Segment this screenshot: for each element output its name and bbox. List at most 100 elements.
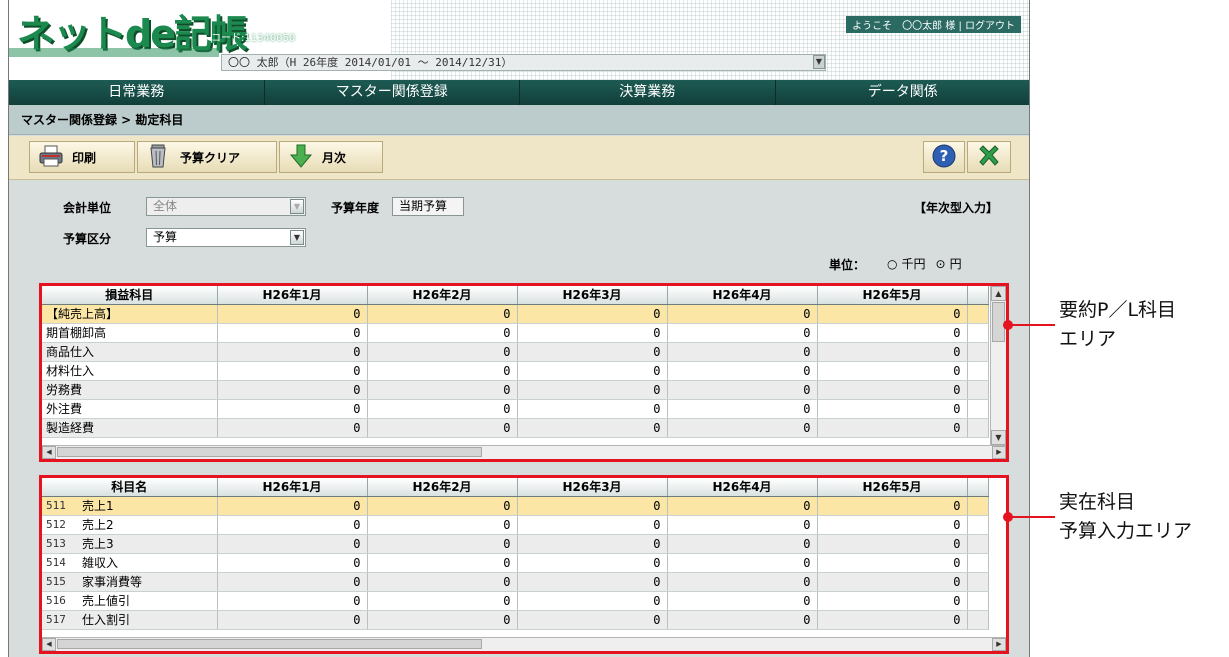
pl-vertical-scrollbar[interactable]: ▲ ▼ <box>990 286 1006 445</box>
nav-tab-daily[interactable]: 日常業務 <box>9 80 265 105</box>
pl-col-header[interactable]: H26年5月 <box>817 286 968 305</box>
account-table-row[interactable]: 514 雑収入 0 0 0 0 0 <box>42 553 989 573</box>
nav-tab-data[interactable]: データ関係 <box>776 80 1030 105</box>
pl-budget-cell[interactable]: 0 <box>217 323 368 343</box>
account-col-header[interactable]: H26年5月 <box>817 478 968 497</box>
pl-budget-cell[interactable]: 0 <box>367 304 518 324</box>
scroll-left-icon[interactable]: ◀ <box>42 638 56 651</box>
account-col-header[interactable]: H26年2月 <box>367 478 518 497</box>
chevron-down-icon[interactable]: ▼ <box>813 55 825 69</box>
account-budget-cell[interactable]: 0 <box>817 572 968 592</box>
account-hscroll-thumb[interactable] <box>57 639 482 649</box>
pl-budget-cell[interactable]: 0 <box>367 418 518 438</box>
account-col-header[interactable]: H26年4月 <box>667 478 818 497</box>
account-budget-cell[interactable]: 0 <box>217 496 368 516</box>
account-table-row[interactable]: 517 仕入割引 0 0 0 0 0 <box>42 610 989 630</box>
pl-col-header[interactable]: H26年3月 <box>517 286 668 305</box>
pl-budget-cell[interactable]: 0 <box>217 304 368 324</box>
account-budget-cell[interactable]: 0 <box>517 610 668 630</box>
account-budget-cell[interactable]: 0 <box>217 591 368 611</box>
account-budget-cell[interactable]: 0 <box>367 591 518 611</box>
radio-yen[interactable]: ⊙ <box>936 257 946 271</box>
account-table-row[interactable]: 511 売上1 0 0 0 0 0 <box>42 496 989 516</box>
account-budget-cell[interactable]: 0 <box>517 553 668 573</box>
pl-budget-cell[interactable]: 0 <box>517 380 668 400</box>
radio-thousand-yen[interactable]: ○ <box>887 257 897 271</box>
pl-hscroll-thumb[interactable] <box>57 447 482 457</box>
account-budget-cell[interactable]: 0 <box>367 572 518 592</box>
pl-budget-cell[interactable]: 0 <box>667 304 818 324</box>
account-budget-cell[interactable]: 0 <box>667 572 818 592</box>
account-budget-cell[interactable]: 0 <box>217 515 368 535</box>
pl-table-row[interactable]: 商品仕入 0 0 0 0 0 <box>42 342 989 362</box>
account-budget-cell[interactable]: 0 <box>817 496 968 516</box>
print-button[interactable]: 印刷 <box>29 141 135 173</box>
account-budget-cell[interactable]: 0 <box>817 534 968 554</box>
pl-budget-cell[interactable]: 0 <box>817 342 968 362</box>
user-period-selector[interactable]: 〇〇 太郎（H 26年度 2014/01/01 ～ 2014/12/31） <box>221 54 826 71</box>
account-budget-cell[interactable]: 0 <box>667 610 818 630</box>
account-budget-cell[interactable]: 0 <box>517 572 668 592</box>
account-budget-cell[interactable]: 0 <box>217 553 368 573</box>
account-table-row[interactable]: 516 売上値引 0 0 0 0 0 <box>42 591 989 611</box>
account-budget-cell[interactable]: 0 <box>367 610 518 630</box>
account-col-header[interactable]: H26年1月 <box>217 478 368 497</box>
account-budget-cell[interactable]: 0 <box>217 572 368 592</box>
account-budget-cell[interactable]: 0 <box>817 591 968 611</box>
pl-budget-cell[interactable]: 0 <box>217 380 368 400</box>
budget-clear-button[interactable]: 予算クリア <box>137 141 277 173</box>
account-budget-cell[interactable]: 0 <box>517 515 668 535</box>
pl-budget-cell[interactable]: 0 <box>517 342 668 362</box>
pl-budget-cell[interactable]: 0 <box>517 323 668 343</box>
pl-col-header[interactable]: H26年4月 <box>667 286 818 305</box>
pl-budget-cell[interactable]: 0 <box>367 342 518 362</box>
pl-budget-cell[interactable]: 0 <box>667 380 818 400</box>
pl-budget-cell[interactable]: 0 <box>517 418 668 438</box>
welcome-text[interactable]: ようこそ 〇〇太郎 様 | ログアウト <box>846 16 1021 33</box>
pl-budget-cell[interactable]: 0 <box>517 304 668 324</box>
pl-budget-cell[interactable]: 0 <box>667 361 818 381</box>
scroll-down-icon[interactable]: ▼ <box>991 430 1006 445</box>
account-budget-cell[interactable]: 0 <box>367 553 518 573</box>
account-table-row[interactable]: 515 家事消費等 0 0 0 0 0 <box>42 572 989 592</box>
account-budget-cell[interactable]: 0 <box>367 534 518 554</box>
pl-budget-cell[interactable]: 0 <box>667 418 818 438</box>
scroll-right-icon[interactable]: ▶ <box>992 446 1006 459</box>
pl-budget-cell[interactable]: 0 <box>367 399 518 419</box>
pl-budget-cell[interactable]: 0 <box>667 399 818 419</box>
account-budget-cell[interactable]: 0 <box>817 515 968 535</box>
account-budget-cell[interactable]: 0 <box>367 496 518 516</box>
account-budget-cell[interactable]: 0 <box>517 496 668 516</box>
pl-budget-cell[interactable]: 0 <box>817 418 968 438</box>
account-budget-cell[interactable]: 0 <box>817 610 968 630</box>
pl-budget-cell[interactable]: 0 <box>217 361 368 381</box>
nav-tab-master[interactable]: マスター関係登録 <box>265 80 520 105</box>
help-button[interactable]: ? <box>923 141 965 173</box>
account-budget-cell[interactable]: 0 <box>217 534 368 554</box>
account-horizontal-scrollbar[interactable]: ◀ ▶ <box>42 637 1006 651</box>
pl-horizontal-scrollbar[interactable]: ◀ ▶ <box>42 445 1006 459</box>
account-budget-cell[interactable]: 0 <box>667 496 818 516</box>
account-table-row[interactable]: 513 売上3 0 0 0 0 0 <box>42 534 989 554</box>
pl-col-header[interactable]: 損益科目 <box>42 286 218 305</box>
pl-budget-cell[interactable]: 0 <box>817 399 968 419</box>
account-col-header[interactable]: H26年3月 <box>517 478 668 497</box>
budget-class-select[interactable]: 予算 ▼ <box>146 228 306 247</box>
pl-table-row[interactable]: 製造経費 0 0 0 0 0 <box>42 418 989 438</box>
pl-budget-cell[interactable]: 0 <box>367 361 518 381</box>
monthly-button[interactable]: 月次 <box>279 141 383 173</box>
pl-budget-cell[interactable]: 0 <box>817 304 968 324</box>
nav-tab-closing[interactable]: 決算業務 <box>520 80 776 105</box>
pl-col-header[interactable]: H26年1月 <box>217 286 368 305</box>
pl-budget-cell[interactable]: 0 <box>517 399 668 419</box>
account-budget-cell[interactable]: 0 <box>667 591 818 611</box>
account-budget-cell[interactable]: 0 <box>667 553 818 573</box>
account-budget-cell[interactable]: 0 <box>817 553 968 573</box>
account-budget-cell[interactable]: 0 <box>667 515 818 535</box>
pl-budget-cell[interactable]: 0 <box>367 323 518 343</box>
pl-table-row[interactable]: 労務費 0 0 0 0 0 <box>42 380 989 400</box>
scroll-left-icon[interactable]: ◀ <box>42 446 56 459</box>
pl-budget-cell[interactable]: 0 <box>217 418 368 438</box>
pl-table-row[interactable]: 材料仕入 0 0 0 0 0 <box>42 361 989 381</box>
account-budget-cell[interactable]: 0 <box>217 610 368 630</box>
